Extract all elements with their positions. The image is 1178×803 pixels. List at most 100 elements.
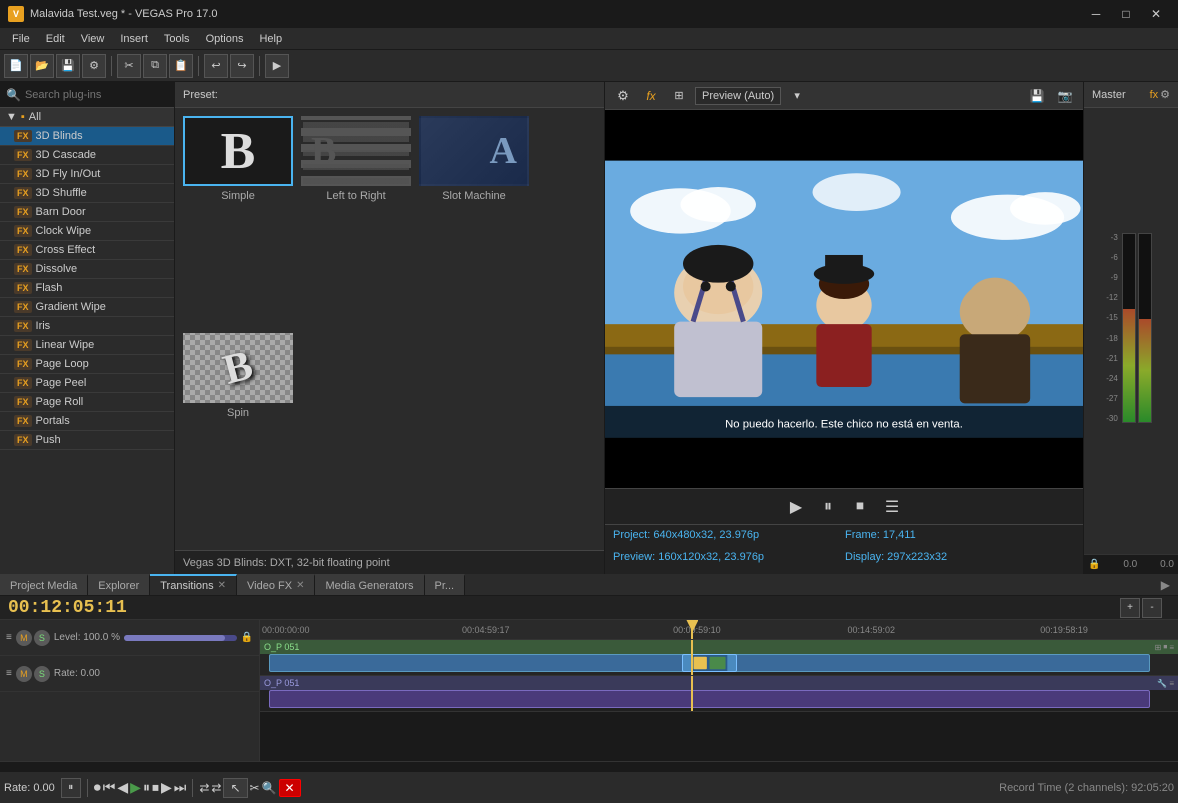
- track1-level-bar[interactable]: [124, 635, 237, 641]
- copy-button[interactable]: ⧉: [143, 54, 167, 78]
- search-input[interactable]: [25, 89, 168, 101]
- tab-pr[interactable]: Pr...: [425, 574, 466, 596]
- stop-button[interactable]: ⏹: [848, 495, 872, 519]
- menu-help[interactable]: Help: [251, 31, 290, 47]
- plugin-name: Gradient Wipe: [36, 301, 106, 313]
- track1-expand[interactable]: ≡: [6, 632, 12, 643]
- track1-lane[interactable]: O_P 051 ⊞ ⏹ ≡: [260, 640, 1178, 676]
- track2-action1[interactable]: 🔧: [1157, 679, 1167, 688]
- tab-video-fx-close[interactable]: ✕: [296, 580, 304, 591]
- plugin-item-cross-effect[interactable]: FX Cross Effect: [0, 241, 174, 260]
- preset-spin[interactable]: B Spin: [183, 333, 293, 542]
- timeline-ruler[interactable]: 00:00:00:00 00:04:59:17 00:09:59:10 00:1…: [260, 620, 1178, 640]
- track2-expand[interactable]: ≡: [6, 668, 12, 679]
- plugin-item-3d-cascade[interactable]: FX 3D Cascade: [0, 146, 174, 165]
- plugin-item-page-loop[interactable]: FX Page Loop: [0, 355, 174, 374]
- loop-fwd-button[interactable]: ⇄: [211, 781, 221, 795]
- master-fx-button[interactable]: fx: [1150, 88, 1159, 101]
- plugin-item-barn-door[interactable]: FX Barn Door: [0, 203, 174, 222]
- plugin-item-clock-wipe[interactable]: FX Clock Wipe: [0, 222, 174, 241]
- plugin-item-page-roll[interactable]: FX Page Roll: [0, 393, 174, 412]
- cut-button[interactable]: ✂: [117, 54, 141, 78]
- plugin-item-linear-wipe[interactable]: FX Linear Wipe: [0, 336, 174, 355]
- preview-dropdown[interactable]: ▾: [785, 84, 809, 108]
- plugin-item-gradient-wipe[interactable]: FX Gradient Wipe: [0, 298, 174, 317]
- tab-transitions-close[interactable]: ✕: [218, 580, 226, 591]
- new-button[interactable]: 📄: [4, 54, 28, 78]
- timeline-zoom-in[interactable]: +: [1120, 598, 1140, 618]
- plugin-item-push[interactable]: FX Push: [0, 431, 174, 450]
- redo-button[interactable]: ↪: [230, 54, 254, 78]
- back-frame-button[interactable]: ◀: [117, 779, 128, 796]
- tab-media-generators[interactable]: Media Generators: [315, 574, 424, 596]
- preview-channel-button[interactable]: ⊞: [667, 84, 691, 108]
- plugin-item-dissolve[interactable]: FX Dissolve: [0, 260, 174, 279]
- undo-button[interactable]: ↩: [204, 54, 228, 78]
- fast-fwd-button[interactable]: ⏭: [174, 779, 187, 796]
- track1-action1[interactable]: ⊞: [1155, 642, 1162, 652]
- menu-edit[interactable]: Edit: [38, 31, 73, 47]
- plugin-item-portals[interactable]: FX Portals: [0, 412, 174, 431]
- loop-back-button[interactable]: ⇄: [199, 781, 209, 795]
- minimize-button[interactable]: ─: [1082, 4, 1110, 24]
- preview-snap-button[interactable]: 📷: [1053, 84, 1077, 108]
- record-button[interactable]: ⏺: [94, 779, 101, 796]
- loop-button[interactable]: ☰: [880, 495, 904, 519]
- track1-action3[interactable]: ≡: [1169, 642, 1174, 652]
- tab-explorer[interactable]: Explorer: [88, 574, 150, 596]
- menu-tools[interactable]: Tools: [156, 31, 198, 47]
- plugin-item-3d-fly[interactable]: FX 3D Fly In/Out: [0, 165, 174, 184]
- zoom-tool[interactable]: 🔍: [262, 781, 277, 795]
- timeline-zoom-out[interactable]: -: [1142, 598, 1162, 618]
- menu-view[interactable]: View: [73, 31, 113, 47]
- maximize-button[interactable]: □: [1112, 4, 1140, 24]
- preview-settings-button[interactable]: ⚙: [611, 84, 635, 108]
- pause-button[interactable]: ⏸: [816, 495, 840, 519]
- tab-project-media[interactable]: Project Media: [0, 574, 88, 596]
- track1-mute[interactable]: M: [16, 630, 32, 646]
- rewind-button[interactable]: ⏮: [103, 779, 116, 796]
- play-button[interactable]: ▶: [784, 495, 808, 519]
- master-settings-button[interactable]: ⚙: [1160, 88, 1170, 101]
- cursor-tool[interactable]: ↖: [223, 778, 247, 798]
- render-button[interactable]: ▶: [265, 54, 289, 78]
- plugin-all-header[interactable]: ▼ ▪ All: [0, 108, 174, 127]
- stop-bottom-button[interactable]: ⏹: [152, 779, 159, 796]
- rate-lock-button[interactable]: ⏸: [61, 778, 81, 798]
- preset-simple[interactable]: B Simple: [183, 116, 293, 325]
- preview-fx-button[interactable]: fx: [639, 84, 663, 108]
- plugin-item-page-peel[interactable]: FX Page Peel: [0, 374, 174, 393]
- track2-solo[interactable]: S: [34, 666, 50, 682]
- plugin-item-3d-shuffle[interactable]: FX 3D Shuffle: [0, 184, 174, 203]
- play-bottom-button[interactable]: ▶: [130, 779, 141, 796]
- track1-action2[interactable]: ⏹: [1163, 642, 1167, 652]
- track2-action2[interactable]: ≡: [1169, 679, 1174, 688]
- plugin-item-iris[interactable]: FX Iris: [0, 317, 174, 336]
- open-button[interactable]: 📂: [30, 54, 54, 78]
- preset-slot[interactable]: A Slot Machine: [419, 116, 529, 325]
- save-button[interactable]: 💾: [56, 54, 80, 78]
- track2-lane[interactable]: O_P 051 🔧 ≡: [260, 676, 1178, 712]
- menu-file[interactable]: File: [4, 31, 38, 47]
- plugin-item-flash[interactable]: FX Flash: [0, 279, 174, 298]
- plugin-item-3d-blinds[interactable]: FX 3D Blinds: [0, 127, 174, 146]
- fwd-frame-button[interactable]: ▶: [161, 779, 172, 796]
- preview-save-button[interactable]: 💾: [1025, 84, 1049, 108]
- pause-bottom-button[interactable]: ⏸: [143, 779, 150, 796]
- menu-options[interactable]: Options: [198, 31, 252, 47]
- edit-tool[interactable]: ✂: [250, 781, 260, 795]
- close-button[interactable]: ✕: [1142, 4, 1170, 24]
- delete-tool[interactable]: ✕: [279, 779, 301, 797]
- paste-button[interactable]: 📋: [169, 54, 193, 78]
- preset-ltr[interactable]: B Left to Right: [301, 116, 411, 325]
- properties-button[interactable]: ⚙: [82, 54, 106, 78]
- track2-mute[interactable]: M: [16, 666, 32, 682]
- tab-video-fx[interactable]: Video FX ✕: [237, 574, 315, 596]
- tab-add-button[interactable]: ▶: [1161, 578, 1170, 592]
- track2-clip[interactable]: [269, 690, 1150, 708]
- track1-solo[interactable]: S: [34, 630, 50, 646]
- timeline-scrollbar[interactable]: [0, 761, 1178, 771]
- menu-insert[interactable]: Insert: [112, 31, 156, 47]
- tab-transitions[interactable]: Transitions ✕: [150, 574, 237, 596]
- track1-lock[interactable]: 🔒: [241, 632, 253, 643]
